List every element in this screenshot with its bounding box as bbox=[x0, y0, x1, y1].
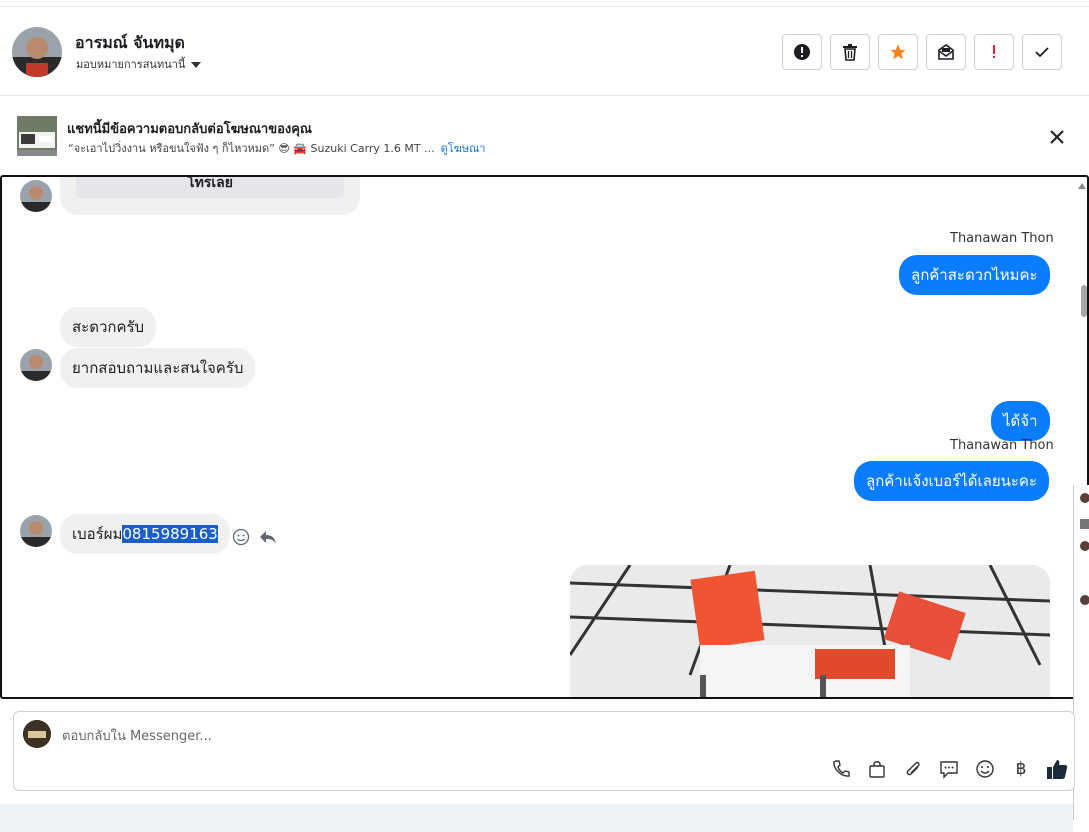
list-avatar[interactable] bbox=[1080, 595, 1089, 605]
reply-composer: ตอบกลับใน Messenger... ฿ bbox=[13, 711, 1075, 791]
like-button[interactable] bbox=[1046, 758, 1068, 780]
list-avatar[interactable] bbox=[1080, 493, 1089, 503]
thumbs-up-icon bbox=[1047, 760, 1068, 779]
reply-arrow-icon[interactable] bbox=[258, 528, 278, 546]
conversation-page: อารมณ์ จันทมุด มอบหมายการสนทนานี้ แชทนี้… bbox=[0, 0, 1089, 832]
follow-up-button[interactable] bbox=[974, 34, 1014, 70]
side-conversation-list bbox=[1073, 485, 1089, 820]
message-card: โทรเลย bbox=[60, 177, 360, 215]
delete-button[interactable] bbox=[830, 34, 870, 70]
spam-button[interactable] bbox=[782, 34, 822, 70]
contact-name: อารมณ์ จันทมุด bbox=[75, 33, 185, 52]
incoming-message[interactable]: เบอร์ผม0815989163 bbox=[60, 514, 230, 554]
footer-bar bbox=[0, 804, 1073, 832]
payment-button[interactable]: ฿ bbox=[1010, 758, 1032, 780]
scroll-thumb[interactable] bbox=[1081, 285, 1087, 317]
smiley-icon bbox=[976, 760, 994, 778]
ad-reply-banner: แชทนี้มีข้อความตอบกลับต่อโฆษณาของคุณ “จะ… bbox=[0, 97, 1089, 175]
outgoing-message[interactable]: ลูกค้าแจ้งเบอร์ได้เลยนะคะ bbox=[854, 461, 1050, 501]
header-actions bbox=[782, 34, 1062, 70]
reply-toolbar: ฿ bbox=[830, 758, 1068, 780]
alert-circle-icon bbox=[794, 44, 810, 60]
saved-replies-button[interactable] bbox=[938, 758, 960, 780]
envelope-open-icon bbox=[938, 44, 954, 60]
message-thread[interactable]: โทรเลย Thanawan Thon ลูกค้าสะดวกไหมคะ สะ… bbox=[0, 175, 1089, 699]
conversation-header: อารมณ์ จันทมุด มอบหมายการสนทนานี้ bbox=[0, 6, 1089, 96]
message-actions bbox=[232, 528, 278, 546]
close-banner-button[interactable] bbox=[1046, 126, 1068, 148]
done-button[interactable] bbox=[1022, 34, 1062, 70]
close-icon bbox=[1050, 130, 1064, 144]
star-icon bbox=[890, 44, 906, 60]
call-button[interactable] bbox=[830, 758, 852, 780]
ad-banner-title: แชทนี้มีข้อความตอบกลับต่อโฆษณาของคุณ bbox=[67, 122, 312, 137]
baht-icon: ฿ bbox=[1015, 759, 1027, 779]
assign-conversation-dropdown[interactable]: มอบหมายการสนทนานี้ bbox=[76, 55, 202, 73]
vehicle-photo[interactable] bbox=[570, 565, 1050, 697]
selected-phone-number[interactable]: 0815989163 bbox=[122, 525, 218, 543]
outgoing-message[interactable]: ลูกค้าสะดวกไหมคะ bbox=[899, 255, 1050, 295]
phone-icon bbox=[833, 760, 850, 777]
scroll-up-arrow-icon[interactable] bbox=[1078, 183, 1086, 189]
contact-message-avatar bbox=[20, 349, 52, 381]
chat-bubble-icon bbox=[940, 761, 958, 779]
attach-button[interactable] bbox=[902, 758, 924, 780]
view-ad-link[interactable]: ดูโฆษณา bbox=[441, 142, 486, 155]
page-avatar bbox=[23, 720, 51, 748]
sender-name: Thanawan Thon bbox=[950, 231, 1054, 246]
outgoing-message[interactable]: ได้จ้า bbox=[991, 401, 1050, 441]
exclamation-icon bbox=[993, 45, 995, 58]
ad-caption: “จะเอาไปวิ่งงาน หรือขนใจฟัง ๆ ก็ไหวหมด” … bbox=[68, 142, 435, 155]
contact-message-avatar bbox=[20, 515, 52, 547]
call-now-button[interactable]: โทรเลย bbox=[76, 177, 344, 198]
message-text: เบอร์ผม bbox=[72, 525, 123, 543]
caret-down-icon bbox=[191, 62, 202, 68]
contact-avatar[interactable] bbox=[12, 27, 62, 77]
list-avatar[interactable] bbox=[1080, 541, 1089, 551]
shop-button[interactable] bbox=[866, 758, 888, 780]
check-icon bbox=[1035, 47, 1049, 58]
contact-message-avatar bbox=[20, 180, 52, 212]
assign-label: มอบหมายการสนทนานี้ bbox=[76, 58, 186, 71]
incoming-message[interactable]: สะดวกครับ bbox=[60, 307, 157, 347]
react-smiley-icon[interactable] bbox=[232, 528, 250, 546]
mark-unread-button[interactable] bbox=[926, 34, 966, 70]
ad-banner-subtitle: “จะเอาไปวิ่งงาน หรือขนใจฟัง ๆ ก็ไหวหมด” … bbox=[68, 139, 485, 157]
list-thumbnail[interactable] bbox=[1080, 519, 1089, 529]
sender-name: Thanawan Thon bbox=[950, 438, 1054, 453]
incoming-message[interactable]: ยากสอบถามและสนใจครับ bbox=[60, 348, 256, 388]
trash-icon bbox=[843, 44, 857, 61]
star-button[interactable] bbox=[878, 34, 918, 70]
reply-input[interactable]: ตอบกลับใน Messenger... bbox=[62, 725, 212, 746]
ad-thumbnail[interactable] bbox=[17, 116, 57, 156]
paperclip-icon bbox=[906, 761, 920, 776]
emoji-button[interactable] bbox=[974, 758, 996, 780]
shopping-bag-icon bbox=[869, 761, 885, 778]
